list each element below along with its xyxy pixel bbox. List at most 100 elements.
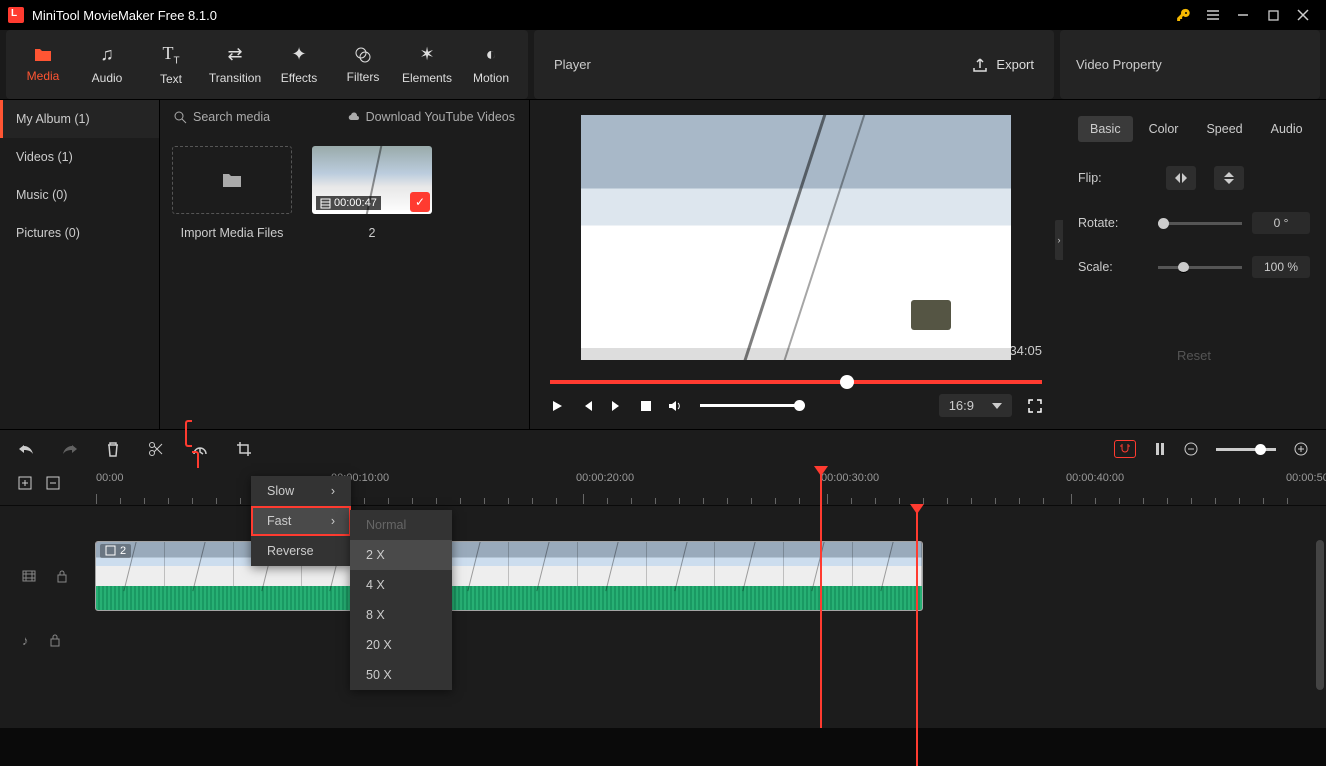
tool-transition[interactable]: ⇄ Transition [204, 35, 266, 95]
scale-slider[interactable] [1158, 266, 1242, 269]
reset-button[interactable]: Reset [1078, 338, 1310, 373]
close-button[interactable] [1288, 0, 1318, 30]
sidebar-item-myalbum[interactable]: My Album (1) [0, 100, 159, 138]
zoom-in-button[interactable] [1294, 442, 1308, 456]
sidebar-item-pictures[interactable]: Pictures (0) [0, 214, 159, 252]
folder-icon [221, 171, 243, 189]
check-icon: ✓ [410, 192, 430, 212]
sparkle-icon: ✦ [291, 44, 306, 65]
title-bar: MiniTool MovieMaker Free 8.1.0 [0, 0, 1326, 30]
rotate-value[interactable]: 0 ° [1252, 212, 1310, 234]
speed-4x[interactable]: 4 X [350, 570, 452, 600]
scale-value[interactable]: 100 % [1252, 256, 1310, 278]
timeline-clip[interactable]: 2 [96, 542, 922, 610]
flip-horizontal-button[interactable] [1166, 166, 1196, 190]
vertical-scrollbar[interactable] [1316, 540, 1324, 690]
search-media-input[interactable]: Search media [174, 110, 338, 124]
playhead-line[interactable] [916, 506, 918, 766]
music-note-icon: ♫ [100, 44, 114, 65]
lock-icon[interactable] [56, 569, 68, 583]
speed-slow[interactable]: Slow› [251, 476, 351, 506]
zoom-out-button[interactable] [1184, 442, 1198, 456]
tool-filters[interactable]: Filters [332, 35, 394, 95]
filter-icon [354, 46, 372, 64]
player-header: Player Export [534, 30, 1054, 99]
volume-button[interactable] [668, 399, 684, 413]
sidebar-item-videos[interactable]: Videos (1) [0, 138, 159, 176]
import-media-button[interactable] [172, 146, 292, 214]
tool-text[interactable]: TT Text [140, 35, 202, 95]
zoom-slider[interactable] [1216, 448, 1276, 451]
film-icon [105, 545, 116, 556]
playhead[interactable] [820, 468, 822, 728]
tab-speed[interactable]: Speed [1194, 116, 1254, 142]
tool-elements[interactable]: ✶ Elements [396, 35, 458, 95]
audio-track-icon: ♪ [22, 633, 29, 648]
video-preview[interactable] [581, 115, 1011, 360]
play-button[interactable] [550, 399, 564, 413]
tool-audio[interactable]: ♫ Audio [76, 35, 138, 95]
audio-track: ♪ [0, 616, 1326, 664]
tool-motion[interactable]: ◐ Motion [460, 35, 522, 95]
speed-button[interactable] [192, 425, 208, 473]
delete-button[interactable] [106, 441, 120, 457]
app-logo-icon [8, 7, 24, 23]
collapse-handle[interactable]: › [1055, 220, 1063, 260]
speed-reverse[interactable]: Reverse [251, 536, 351, 566]
audio-waveform [96, 586, 922, 610]
remove-track-button[interactable] [46, 476, 60, 490]
transition-icon: ⇄ [227, 44, 242, 65]
license-key-icon[interactable] [1168, 0, 1198, 30]
tab-basic[interactable]: Basic [1078, 116, 1133, 142]
video-track: 2 [0, 536, 1326, 616]
timeline-ruler[interactable]: 00:00 00:00:10:00 00:00:20:00 00:00:30:0… [0, 468, 1326, 506]
download-youtube-button[interactable]: Download YouTube Videos [346, 110, 515, 124]
speed-2x[interactable]: 2 X [350, 540, 452, 570]
hamburger-menu-icon[interactable] [1198, 0, 1228, 30]
minimize-button[interactable] [1228, 0, 1258, 30]
seek-bar[interactable] [550, 380, 1042, 384]
redo-button[interactable] [62, 442, 78, 456]
speed-50x[interactable]: 50 X [350, 660, 452, 690]
search-icon [174, 111, 187, 124]
film-icon [320, 198, 331, 209]
main-toolbar: Media ♫ Audio TT Text ⇄ Transition ✦ Eff… [0, 30, 1326, 100]
property-panel: › Basic Color Speed Audio Flip: Rotate: … [1062, 100, 1326, 429]
chevron-right-icon: › [331, 514, 335, 528]
prev-frame-button[interactable] [580, 399, 594, 413]
sidebar-item-music[interactable]: Music (0) [0, 176, 159, 214]
import-label: Import Media Files [181, 226, 284, 240]
split-button[interactable] [148, 441, 164, 457]
rotate-slider[interactable] [1158, 222, 1242, 225]
volume-slider[interactable] [700, 404, 800, 407]
tool-categories: Media ♫ Audio TT Text ⇄ Transition ✦ Eff… [6, 30, 528, 99]
seek-thumb[interactable] [840, 375, 854, 389]
speed-20x[interactable]: 20 X [350, 630, 452, 660]
flip-vertical-button[interactable] [1214, 166, 1244, 190]
lock-icon[interactable] [49, 633, 61, 647]
crop-button[interactable] [236, 441, 252, 457]
timeline-toolbar [0, 430, 1326, 468]
timeline-tracks: 2 ♪ [0, 506, 1326, 728]
speed-8x[interactable]: 8 X [350, 600, 452, 630]
tool-media[interactable]: Media [12, 35, 74, 95]
fullscreen-button[interactable] [1028, 399, 1042, 413]
maximize-button[interactable] [1258, 0, 1288, 30]
tool-effects[interactable]: ✦ Effects [268, 35, 330, 95]
add-track-button[interactable] [18, 476, 32, 490]
media-clip[interactable]: 00:00:47 ✓ [312, 146, 432, 214]
aspect-ratio-select[interactable]: 16:9 [939, 394, 1012, 417]
track-view-button[interactable] [1154, 442, 1166, 456]
stop-button[interactable] [640, 400, 652, 412]
next-frame-button[interactable] [610, 399, 624, 413]
snap-button[interactable] [1114, 440, 1136, 458]
tab-color[interactable]: Color [1137, 116, 1191, 142]
speed-normal: Normal [350, 510, 452, 540]
speed-menu: Slow› Fast› Reverse [251, 476, 351, 566]
video-track-icon [22, 569, 36, 583]
tab-audio[interactable]: Audio [1259, 116, 1315, 142]
speed-fast[interactable]: Fast› [251, 506, 351, 536]
media-library: Search media Download YouTube Videos Imp… [160, 100, 530, 429]
undo-button[interactable] [18, 442, 34, 456]
export-button[interactable]: Export [972, 57, 1034, 73]
